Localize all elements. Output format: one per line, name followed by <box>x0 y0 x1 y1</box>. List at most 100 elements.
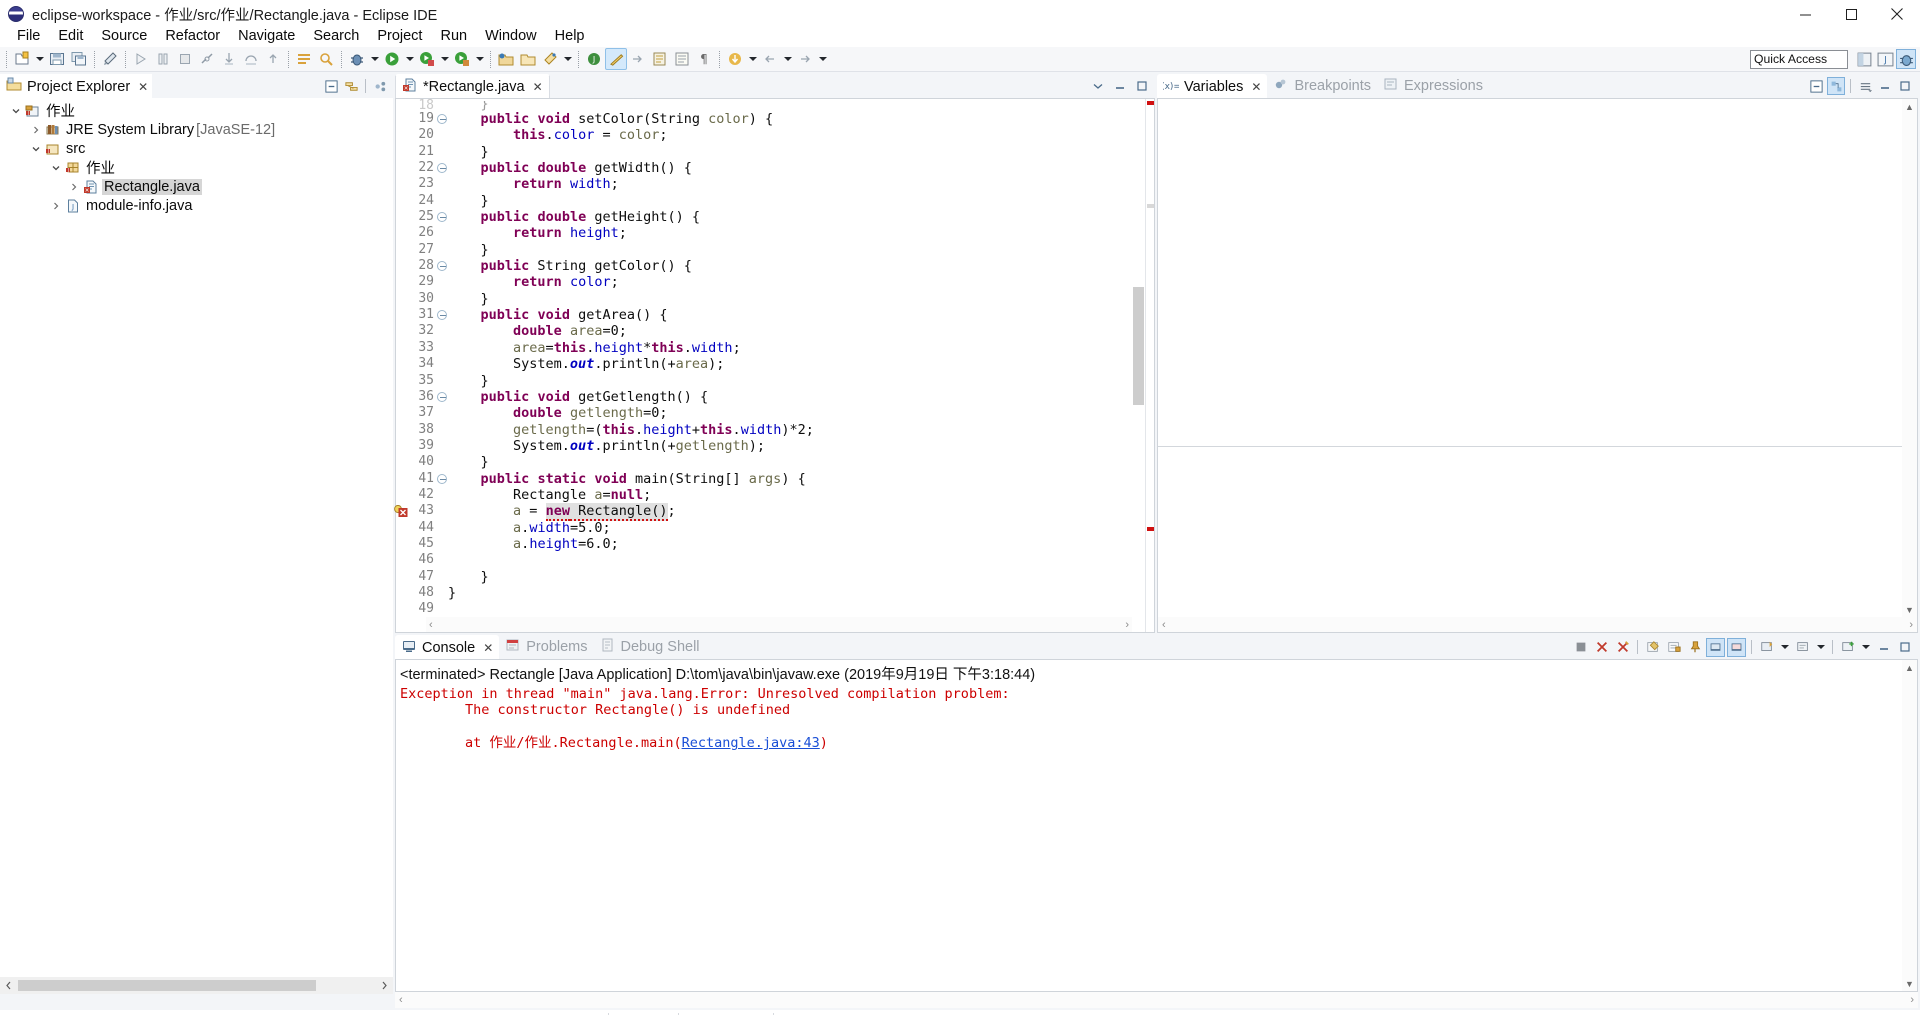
scroll-left-icon[interactable]: ‹ <box>399 994 403 1006</box>
code-line[interactable]: return height; <box>448 225 1130 241</box>
code-line[interactable]: double area=0; <box>448 323 1130 339</box>
scroll-left-icon[interactable]: ‹ <box>1162 619 1166 631</box>
toggle-comment-icon[interactable] <box>671 48 693 70</box>
clear-console-icon[interactable] <box>1643 638 1662 657</box>
new-console-view-icon[interactable] <box>1838 638 1857 657</box>
code-line[interactable]: } <box>448 144 1130 160</box>
chevron-right-icon[interactable] <box>28 122 44 138</box>
scroll-up-icon[interactable]: ▲ <box>1902 660 1917 675</box>
fold-toggle-icon[interactable] <box>437 473 447 484</box>
search-prev-dropdown-icon[interactable] <box>781 48 794 70</box>
project-explorer-hscrollbar[interactable] <box>0 977 393 994</box>
fold-toggle-icon[interactable] <box>437 212 447 223</box>
code-line[interactable]: return width; <box>448 176 1130 192</box>
code-line[interactable]: } <box>448 454 1130 470</box>
open-console-icon[interactable] <box>1757 638 1776 657</box>
link-with-editor-icon[interactable] <box>342 77 360 95</box>
new-java-project-icon[interactable] <box>495 48 517 70</box>
console-content[interactable]: <terminated> Rectangle [Java Application… <box>395 659 1918 992</box>
panel-splitter[interactable] <box>1158 446 1917 447</box>
chevron-down-icon[interactable] <box>8 103 24 119</box>
view-menu-icon[interactable] <box>371 77 389 95</box>
new-class-icon[interactable] <box>539 48 561 70</box>
editor-vscrollbar[interactable] <box>1131 99 1146 632</box>
code-line[interactable]: Rectangle a=null; <box>448 487 1130 503</box>
chevron-right-icon[interactable] <box>66 179 82 195</box>
menu-window[interactable]: Window <box>476 26 546 46</box>
code-line[interactable]: this.color = color; <box>448 127 1130 143</box>
display-selected-console-icon[interactable] <box>1793 638 1812 657</box>
code-line[interactable]: } <box>448 373 1130 389</box>
remove-launch-icon[interactable] <box>1592 638 1611 657</box>
maximize-icon[interactable] <box>1896 77 1914 95</box>
menu-search[interactable]: Search <box>304 26 368 46</box>
display-console-dropdown-icon[interactable] <box>1814 636 1827 658</box>
error-marker[interactable] <box>1147 101 1154 105</box>
tab-expressions[interactable]: Expressions <box>1377 74 1489 98</box>
run-history-icon[interactable] <box>416 48 438 70</box>
error-marker[interactable] <box>1147 527 1154 531</box>
run-external-dropdown-icon[interactable] <box>473 48 486 70</box>
download-dropdown-icon[interactable] <box>746 48 759 70</box>
scroll-right-icon[interactable] <box>376 977 393 994</box>
fold-toggle-icon[interactable] <box>437 261 447 272</box>
tab-breakpoints[interactable]: Breakpoints <box>1267 74 1377 98</box>
step-over-icon[interactable] <box>240 48 262 70</box>
menu-edit[interactable]: Edit <box>49 26 92 46</box>
save-all-icon[interactable] <box>68 48 90 70</box>
close-icon[interactable]: ✕ <box>533 81 543 93</box>
new-console-dropdown-icon[interactable] <box>1859 636 1872 658</box>
scroll-right-icon[interactable]: › <box>1125 619 1129 631</box>
tab-rectangle-java[interactable]: ✕ *Rectangle.java ✕ <box>395 74 550 98</box>
open-console-dropdown-icon[interactable] <box>1778 636 1791 658</box>
new-package-icon[interactable] <box>517 48 539 70</box>
tab-console[interactable]: Console ✕ <box>395 635 500 659</box>
chevron-down-icon[interactable] <box>28 141 44 157</box>
code-line[interactable]: public double getHeight() { <box>448 209 1130 225</box>
open-type-icon[interactable] <box>293 48 315 70</box>
fold-toggle-icon[interactable] <box>437 391 447 402</box>
pin-console-icon[interactable] <box>1685 638 1704 657</box>
view-menu-icon[interactable] <box>1856 77 1874 95</box>
code-line[interactable]: a = new Rectangle(); <box>448 503 1130 522</box>
fold-toggle-icon[interactable] <box>437 114 447 124</box>
pause-icon[interactable] <box>152 48 174 70</box>
annotation-marker[interactable] <box>1147 204 1154 208</box>
code-line[interactable]: double getlength=0; <box>448 405 1130 421</box>
close-icon[interactable]: ✕ <box>483 642 493 654</box>
chevron-right-icon[interactable] <box>48 198 64 214</box>
error-marker-icon[interactable] <box>394 505 410 518</box>
scrollbar-thumb[interactable] <box>1133 287 1144 405</box>
run-dropdown-icon[interactable] <box>403 48 416 70</box>
project-tree[interactable]: J 作业 JRE System Library [JavaSE-12] J sr… <box>0 98 393 994</box>
tab-project-explorer[interactable]: Project Explorer ✕ <box>0 74 153 98</box>
show-console-on-output-icon[interactable] <box>1706 637 1725 657</box>
show-console-on-error-icon[interactable] <box>1727 637 1746 657</box>
console-output[interactable]: Exception in thread "main" java.lang.Err… <box>396 686 1917 752</box>
step-return-icon[interactable] <box>262 48 284 70</box>
menu-run[interactable]: Run <box>431 26 476 46</box>
tab-variables[interactable]: (x)= Variables ✕ <box>1157 74 1268 98</box>
code-line[interactable]: a.height=6.0; <box>448 536 1130 552</box>
open-perspective-icon[interactable] <box>1854 49 1874 69</box>
tree-item-project[interactable]: J 作业 <box>0 101 393 120</box>
scroll-right-icon[interactable]: › <box>1910 994 1914 1006</box>
console-hscrollbar[interactable]: ‹ › <box>395 992 1918 1008</box>
close-icon[interactable]: ✕ <box>1251 81 1261 93</box>
code-line[interactable]: public static void main(String[] args) { <box>448 471 1130 487</box>
variables-vscrollbar[interactable]: ▲ ▼ <box>1902 99 1917 617</box>
code-line[interactable]: public void getGetlength() { <box>448 389 1130 405</box>
remove-all-launches-icon[interactable] <box>1613 638 1632 657</box>
save-icon[interactable] <box>46 48 68 70</box>
scroll-down-icon[interactable]: ▼ <box>1902 976 1917 991</box>
quick-access-input[interactable]: Quick Access <box>1750 49 1848 69</box>
maximize-icon[interactable] <box>1133 77 1151 95</box>
chevron-down-icon[interactable] <box>48 160 64 176</box>
tab-problems[interactable]: Problems <box>499 635 593 659</box>
previous-edit-icon[interactable] <box>649 48 671 70</box>
variables-content[interactable]: ▲ ▼ ‹ › <box>1157 98 1918 633</box>
run-icon[interactable] <box>381 48 403 70</box>
debug-icon[interactable] <box>346 48 368 70</box>
forward-icon[interactable] <box>794 48 816 70</box>
disconnect-icon[interactable] <box>196 48 218 70</box>
